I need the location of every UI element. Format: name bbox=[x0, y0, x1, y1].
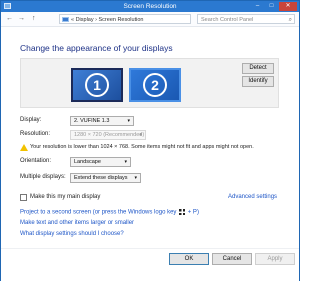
display-value: 2. VUFINE 1.3 bbox=[74, 118, 110, 124]
monitor-1-number: 1 bbox=[85, 73, 109, 97]
chevron-down-icon: ▾ bbox=[134, 175, 137, 181]
orientation-select[interactable]: Landscape ▾ bbox=[70, 157, 131, 167]
identify-button[interactable]: Identify bbox=[242, 76, 274, 87]
project-link-suffix: + P) bbox=[187, 209, 199, 216]
display-preview: 1 2 bbox=[20, 58, 279, 108]
title-bar[interactable]: Screen Resolution – □ ✕ bbox=[1, 1, 299, 12]
search-icon[interactable]: ⌕ bbox=[289, 15, 292, 25]
ok-button[interactable]: OK bbox=[169, 253, 209, 265]
monitor-icon bbox=[62, 17, 69, 23]
up-icon[interactable]: ↑ bbox=[32, 14, 36, 24]
navigation-bar: ← → ↑ « Display › Screen Resolution Sear… bbox=[1, 12, 299, 27]
project-link-text: Project to a second screen (or press the… bbox=[20, 209, 177, 216]
back-icon[interactable]: ← bbox=[6, 14, 13, 24]
project-second-screen-link[interactable]: Project to a second screen (or press the… bbox=[20, 209, 199, 216]
screen-resolution-window: Screen Resolution – □ ✕ ← → ↑ « Display … bbox=[0, 0, 300, 281]
minimize-button[interactable]: – bbox=[251, 2, 264, 11]
detect-button[interactable]: Detect bbox=[242, 63, 274, 74]
cancel-button[interactable]: Cancel bbox=[212, 253, 252, 265]
chevron-down-icon: ▾ bbox=[127, 118, 130, 124]
resolution-label: Resolution: bbox=[20, 131, 51, 137]
warning-icon bbox=[20, 144, 28, 151]
advanced-settings-link[interactable]: Advanced settings bbox=[228, 194, 277, 200]
monitor-2[interactable]: 2 bbox=[129, 68, 181, 102]
address-bar[interactable]: « Display › Screen Resolution bbox=[59, 14, 191, 24]
control-panel-icon bbox=[4, 3, 11, 9]
orientation-value: Landscape bbox=[74, 159, 101, 165]
multiple-displays-value: Extend these displays bbox=[74, 175, 128, 181]
apply-button[interactable]: Apply bbox=[255, 253, 295, 265]
windows-logo-icon bbox=[179, 209, 186, 215]
monitor-1[interactable]: 1 bbox=[71, 68, 123, 102]
monitor-2-number: 2 bbox=[143, 73, 167, 97]
window-controls: – □ ✕ bbox=[251, 2, 297, 11]
close-button[interactable]: ✕ bbox=[279, 2, 297, 11]
window-title: Screen Resolution bbox=[123, 3, 177, 10]
multiple-displays-label: Multiple displays: bbox=[20, 174, 66, 180]
page-title: Change the appearance of your displays bbox=[20, 43, 173, 53]
display-settings-help-link[interactable]: What display settings should I choose? bbox=[20, 231, 124, 237]
chevron-down-icon: ▾ bbox=[139, 132, 142, 138]
forward-icon[interactable]: → bbox=[18, 14, 25, 24]
text-size-link[interactable]: Make text and other items larger or smal… bbox=[20, 220, 134, 226]
resolution-value: 1280 × 720 (Recommended) bbox=[74, 132, 145, 138]
chevron-down-icon: ▾ bbox=[124, 159, 127, 165]
resolution-select[interactable]: 1280 × 720 (Recommended) ▾ bbox=[70, 130, 146, 140]
main-display-checkbox[interactable] bbox=[20, 194, 27, 201]
multiple-displays-select[interactable]: Extend these displays ▾ bbox=[70, 173, 141, 183]
resolution-warning: Your resolution is lower than 1024 × 768… bbox=[30, 144, 254, 150]
display-select[interactable]: 2. VUFINE 1.3 ▾ bbox=[70, 116, 134, 126]
display-label: Display: bbox=[20, 117, 42, 123]
main-display-label[interactable]: Make this my main display bbox=[30, 194, 100, 200]
search-input[interactable]: Search Control Panel ⌕ bbox=[197, 14, 295, 24]
orientation-label: Orientation: bbox=[20, 158, 52, 164]
breadcrumb: « Display › Screen Resolution bbox=[71, 17, 144, 23]
maximize-button[interactable]: □ bbox=[265, 2, 278, 11]
search-placeholder: Search Control Panel bbox=[201, 17, 254, 23]
